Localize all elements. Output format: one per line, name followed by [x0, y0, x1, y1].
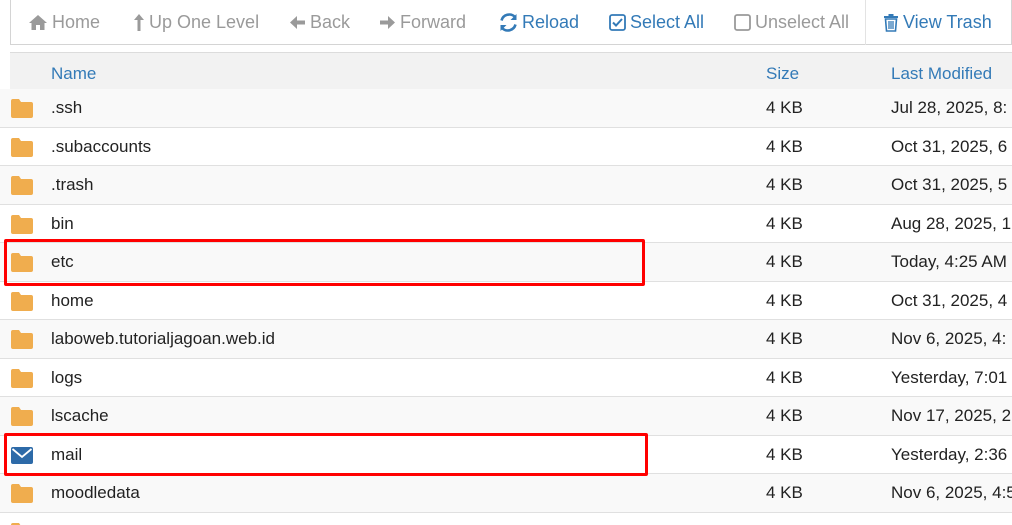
file-row-mail[interactable]: mail 4 KB Yesterday, 2:36	[0, 436, 1012, 474]
file-name[interactable]: .ssh	[51, 89, 82, 127]
file-row-lscache[interactable]: lscache 4 KB Nov 17, 2025, 2	[0, 397, 1012, 436]
folder-icon	[11, 176, 33, 195]
file-manager-toolbar: Home Up One Level Back Forward Reload Se…	[10, 0, 1012, 45]
folder-icon	[11, 484, 33, 503]
file-size: 4 KB	[766, 483, 803, 502]
select-all-label: Select All	[630, 12, 705, 32]
select-all-button[interactable]: Select All	[609, 0, 704, 45]
checkbox-checked-icon	[609, 14, 626, 31]
folder-icon	[11, 330, 33, 349]
file-last-modified: Aug 28, 2025, 1	[891, 213, 1012, 233]
file-name[interactable]: mail	[51, 436, 82, 474]
file-size: 4 KB	[766, 329, 803, 348]
file-last-modified: Nov 17, 2025, 2	[891, 406, 1012, 425]
home-label: Home	[52, 12, 101, 32]
arrow-up-icon	[133, 13, 145, 32]
file-last-modified: Yesterday, 2:36	[891, 444, 1008, 464]
file-name[interactable]: logs	[51, 359, 82, 397]
file-row-partial[interactable]	[0, 513, 1012, 525]
file-row-logs[interactable]: logs 4 KB Yesterday, 7:01	[0, 359, 1012, 397]
trash-icon	[883, 13, 899, 32]
folder-icon	[11, 99, 33, 118]
reload-button[interactable]: Reload	[499, 0, 579, 45]
file-last-modified: Oct 31, 2025, 4	[891, 290, 1008, 310]
folder-icon	[11, 368, 33, 388]
file-name[interactable]: home	[51, 282, 94, 320]
file-size: 4 KB	[766, 213, 803, 233]
file-size: 4 KB	[766, 136, 803, 156]
file-row-bin[interactable]: bin 4 KB Aug 28, 2025, 1	[0, 205, 1012, 243]
file-row-laboweb[interactable]: laboweb.tutorialjagoan.web.id 4 KB Nov 6…	[0, 320, 1012, 359]
file-size: 4 KB	[766, 175, 803, 194]
file-name[interactable]: .trash	[51, 166, 94, 204]
reload-icon	[499, 13, 518, 32]
view-trash-label: View Trash	[903, 12, 992, 32]
file-size: 4 KB	[766, 252, 803, 271]
file-row-ssh[interactable]: .ssh 4 KB Jul 28, 2025, 8:	[0, 89, 1012, 128]
home-icon	[28, 14, 48, 31]
file-last-modified: Nov 6, 2025, 4:5	[891, 483, 1012, 502]
file-name[interactable]: etc	[51, 243, 74, 281]
folder-icon	[11, 291, 33, 311]
forward-button[interactable]: Forward	[379, 0, 466, 45]
forward-label: Forward	[400, 12, 467, 32]
file-name[interactable]: bin	[51, 205, 74, 243]
reload-label: Reload	[522, 12, 580, 32]
file-name[interactable]: lscache	[51, 397, 109, 435]
folder-icon	[11, 214, 33, 234]
file-name[interactable]: .subaccounts	[51, 128, 151, 166]
file-row-etc[interactable]: etc 4 KB Today, 4:25 AM	[0, 243, 1012, 282]
back-button[interactable]: Back	[289, 0, 350, 45]
file-row-home[interactable]: home 4 KB Oct 31, 2025, 4	[0, 282, 1012, 320]
mail-icon	[11, 446, 33, 464]
file-name[interactable]: laboweb.tutorialjagoan.web.id	[51, 320, 275, 358]
arrow-left-icon	[289, 15, 306, 30]
file-size: 4 KB	[766, 406, 803, 425]
folder-icon	[11, 253, 33, 272]
folder-icon	[11, 522, 21, 525]
file-last-modified: Today, 4:25 AM	[891, 252, 1007, 271]
checkbox-empty-icon	[734, 14, 751, 31]
file-row-moodledata[interactable]: moodledata 4 KB Nov 6, 2025, 4:5	[0, 474, 1012, 513]
unselect-all-button[interactable]: Unselect All	[734, 0, 849, 45]
back-label: Back	[310, 12, 351, 32]
file-row-subaccounts[interactable]: .subaccounts 4 KB Oct 31, 2025, 6	[0, 128, 1012, 166]
file-size: 4 KB	[766, 367, 803, 387]
file-row-trash[interactable]: .trash 4 KB Oct 31, 2025, 5	[0, 166, 1012, 205]
toolbar-divider	[865, 0, 866, 45]
file-last-modified: Jul 28, 2025, 8:	[891, 98, 1008, 117]
up-one-level-label: Up One Level	[149, 12, 260, 32]
file-last-modified: Yesterday, 7:01	[891, 367, 1008, 387]
folder-icon	[11, 407, 33, 426]
folder-icon	[11, 137, 33, 157]
home-button[interactable]: Home	[28, 0, 100, 45]
file-size: 4 KB	[766, 290, 803, 310]
unselect-all-label: Unselect All	[755, 12, 850, 32]
file-name[interactable]: moodledata	[51, 474, 140, 512]
file-size: 4 KB	[766, 444, 803, 464]
view-trash-button[interactable]: View Trash	[883, 0, 992, 45]
file-last-modified: Oct 31, 2025, 6	[891, 136, 1008, 156]
file-list: .ssh 4 KB Jul 28, 2025, 8: .subaccounts …	[0, 89, 1012, 525]
arrow-right-icon	[379, 15, 396, 30]
file-last-modified: Oct 31, 2025, 5	[891, 175, 1008, 194]
up-one-level-button[interactable]: Up One Level	[133, 0, 259, 45]
file-last-modified: Nov 6, 2025, 4:	[891, 329, 1007, 348]
file-size: 4 KB	[766, 98, 803, 117]
